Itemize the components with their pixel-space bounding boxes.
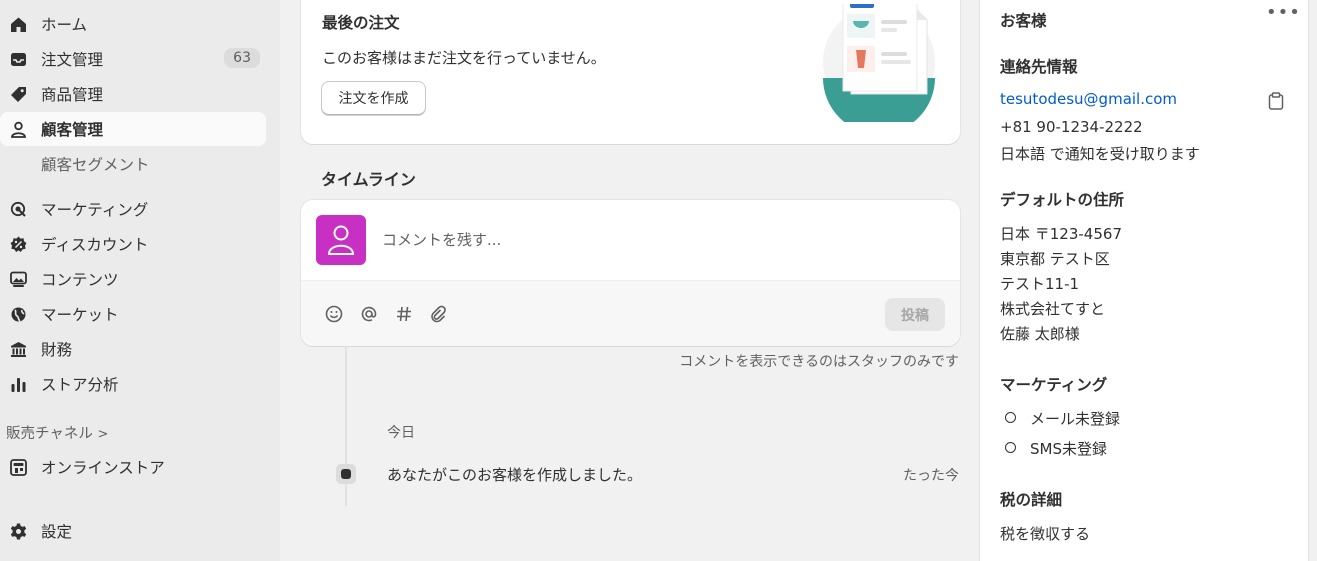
timeline-event-time: たった今: [903, 468, 959, 484]
address-line: 佐藤 太郎様: [1000, 325, 1080, 343]
sms-unsubscribed-status-icon: [1005, 442, 1016, 453]
target-icon: [10, 201, 27, 218]
sidebar-item-label: マーケティング: [41, 201, 149, 219]
more-actions-icon[interactable]: •••: [1266, 2, 1301, 23]
sidebar-item-customer-segments[interactable]: 顧客セグメント: [0, 147, 266, 181]
tax-details-heading: 税の詳細: [1000, 491, 1063, 509]
sidebar-item-label: オンラインストア: [41, 459, 165, 477]
sidebar-item-label: 顧客管理: [41, 121, 104, 139]
sidebar-item-customers[interactable]: 顧客管理: [0, 112, 266, 146]
sidebar-item-orders[interactable]: 注文管理 63: [0, 42, 266, 76]
customer-card-title: お客様: [1000, 12, 1047, 30]
sidebar-item-markets[interactable]: マーケット: [0, 297, 266, 331]
comment-card: 投稿: [301, 200, 960, 346]
default-address-heading: デフォルトの住所: [1000, 191, 1125, 209]
last-order-title: 最後の注文: [322, 14, 400, 32]
mention-icon[interactable]: [358, 303, 380, 325]
comment-toolbar: 投稿: [301, 280, 960, 346]
email-marketing-status: メール未登録: [1030, 410, 1121, 428]
orders-count-badge: 63: [224, 48, 260, 68]
sidebar-item-label: 商品管理: [41, 86, 104, 104]
sidebar: ホーム 注文管理 63 商品管理 顧客管理 顧客セグメント マーケティング ディ…: [0, 0, 280, 561]
bank-icon: [10, 341, 27, 358]
home-icon: [10, 16, 27, 33]
notification-language: 日本語 で通知を受け取ります: [1000, 145, 1200, 163]
inbox-icon: [10, 51, 27, 68]
customer-phone: +81 90-1234-2222: [1000, 118, 1143, 136]
timeline-date-label: 今日: [387, 425, 415, 441]
customer-email-link[interactable]: tesutodesu@gmail.com: [1000, 90, 1177, 108]
timeline-title: タイムライン: [321, 170, 416, 189]
create-order-button[interactable]: 注文を作成: [321, 81, 426, 115]
sms-marketing-status: SMS未登録: [1030, 440, 1107, 458]
avatar: [316, 215, 366, 265]
address-line: 東京都 テスト区: [1000, 250, 1110, 268]
sidebar-item-label: 財務: [41, 341, 73, 359]
address-line: 株式会社てすと: [1000, 300, 1106, 318]
tax-status: 税を徴収する: [1000, 525, 1091, 543]
email-unsubscribed-status-icon: [1005, 412, 1016, 423]
last-order-card: 最後の注文 このお客様はまだ注文を行っていません。 注文を作成: [301, 0, 960, 144]
timeline-event-marker: [336, 464, 356, 484]
sidebar-item-label: マーケット: [41, 306, 119, 324]
address-line: 日本 〒123-4567: [1000, 225, 1122, 243]
sidebar-item-home[interactable]: ホーム: [0, 7, 266, 41]
image-icon: [10, 271, 27, 288]
sidebar-item-label: ディスカウント: [41, 236, 149, 254]
sales-channels-link[interactable]: 販売チャネル >: [6, 422, 108, 443]
sidebar-item-analytics[interactable]: ストア分析: [0, 367, 266, 401]
sidebar-item-content[interactable]: コンテンツ: [0, 262, 266, 296]
timeline-event-text: あなたがこのお客様を作成しました。: [387, 466, 643, 484]
globe-icon: [10, 306, 27, 323]
sidebar-item-label: コンテンツ: [41, 271, 119, 289]
sidebar-item-products[interactable]: 商品管理: [0, 77, 266, 111]
last-order-description: このお客様はまだ注文を行っていません。: [322, 49, 606, 67]
sidebar-item-marketing[interactable]: マーケティング: [0, 192, 266, 226]
sidebar-item-label: ストア分析: [41, 376, 119, 394]
address-line: テスト11-1: [1000, 275, 1080, 293]
staff-only-note: コメントを表示できるのはスタッフのみです: [679, 354, 959, 370]
sidebar-item-finance[interactable]: 財務: [0, 332, 266, 366]
sales-channels-label: 販売チャネル: [6, 426, 93, 442]
user-icon: [327, 225, 355, 255]
hashtag-icon[interactable]: [393, 303, 415, 325]
sidebar-item-label: 設定: [41, 523, 73, 541]
sidebar-item-discounts[interactable]: ディスカウント: [0, 227, 266, 261]
store-icon: [10, 459, 27, 476]
contact-info-heading: 連絡先情報: [1000, 58, 1078, 76]
attachment-icon[interactable]: [428, 303, 450, 325]
marketing-heading: マーケティング: [1000, 376, 1108, 394]
comment-input[interactable]: [382, 224, 942, 256]
gear-icon: [10, 523, 27, 540]
sidebar-item-label: 注文管理: [41, 51, 104, 69]
post-button[interactable]: 投稿: [885, 298, 945, 331]
person-icon: [10, 121, 27, 138]
empty-orders-illustration: [823, 4, 935, 122]
clipboard-icon[interactable]: [1268, 92, 1284, 110]
emoji-icon[interactable]: [323, 303, 345, 325]
tag-icon: [10, 86, 27, 103]
customer-card: お客様 ••• 連絡先情報 tesutodesu@gmail.com +81 9…: [980, 0, 1308, 561]
sidebar-item-online-store[interactable]: オンラインストア: [0, 450, 266, 484]
chevron-right-icon: >: [97, 427, 109, 442]
sidebar-item-settings[interactable]: 設定: [0, 514, 266, 548]
discount-icon: [10, 236, 27, 253]
sidebar-item-label: 顧客セグメント: [41, 156, 150, 174]
sidebar-item-label: ホーム: [41, 16, 88, 34]
bar-chart-icon: [10, 376, 27, 393]
